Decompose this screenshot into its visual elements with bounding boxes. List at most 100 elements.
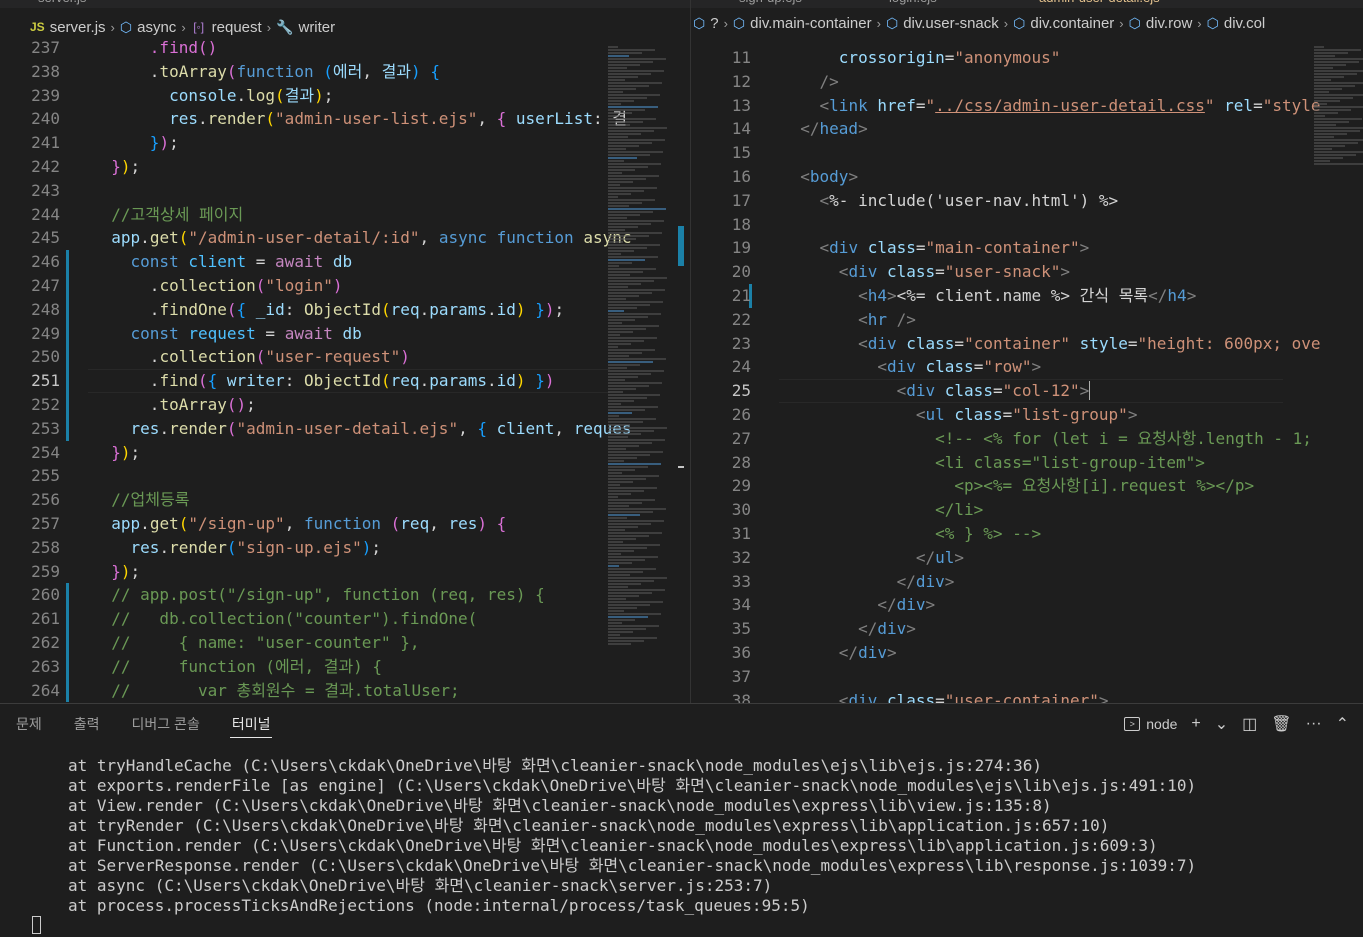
code-line[interactable]: 29 <p><%= 요청사항[i].request %></p> (691, 474, 1363, 498)
code-line[interactable]: 257 app.get("/sign-up", function (req, r… (0, 512, 690, 536)
code-line[interactable]: 11 crossorigin="anonymous" (691, 46, 1363, 70)
code-line[interactable]: 262 // { name: "user-counter" }, (0, 630, 690, 655)
line-text: <%- include('user-nav.html') %> (819, 190, 1119, 210)
terminal-icon: > (1124, 717, 1141, 731)
right-code-area[interactable]: 11 crossorigin="anonymous" 12 /> 13 <link … (691, 46, 1363, 703)
code-line[interactable]: 260 // app.post("/sign-up", function (re… (0, 583, 690, 608)
code-line[interactable]: 238 .toArray(function (에러, 결과) { (0, 60, 690, 84)
code-line[interactable]: 14 </head> (691, 117, 1363, 141)
code-line[interactable]: 240 res.render("admin-user-list.ejs", { … (0, 107, 690, 131)
left-code-area[interactable]: 237 .find() 238 .toArray(function (에러, 결과… (0, 36, 690, 703)
left-tab-strip: server.js ··· (0, 0, 690, 8)
code-line[interactable]: 239 console.log(결과); (0, 84, 690, 108)
code-line[interactable]: 34 </div> (691, 593, 1363, 617)
line-number: 241 (31, 133, 60, 153)
code-line[interactable]: 25 <div class="col-12"> (691, 379, 1363, 403)
code-line[interactable]: 12 /> (691, 70, 1363, 94)
code-line[interactable]: 30 </li> (691, 498, 1363, 522)
code-line[interactable]: 32 </ul> (691, 546, 1363, 570)
code-line[interactable]: 36 </div> (691, 641, 1363, 665)
line-number: 18 (731, 214, 751, 234)
breadcrumb-item[interactable]: 🔧 writer (276, 19, 335, 36)
terminal-output[interactable]: at tryHandleCache (C:\Users\ckdak\OneDri… (68, 756, 1363, 916)
tab-server-js[interactable]: server.js ··· (30, 0, 111, 8)
code-line[interactable]: 248 .findOne({ _id: ObjectId(req.params.… (0, 297, 690, 322)
editor-tab[interactable]: login.ejs (881, 0, 945, 8)
code-line[interactable]: 23 <div class="container" style="height:… (691, 332, 1363, 356)
code-line[interactable]: 15 (691, 141, 1363, 165)
code-line[interactable]: 242 }); (0, 155, 690, 179)
code-line[interactable]: 22 <hr /> (691, 308, 1363, 332)
editor-tab[interactable]: admin-user-detail.ejs ··· (1031, 0, 1184, 8)
code-line[interactable]: 38 <div class="user-container"> (691, 689, 1363, 703)
code-line[interactable]: 37 (691, 665, 1363, 689)
code-line[interactable]: 17 <%- include('user-nav.html') %> (691, 189, 1363, 213)
line-number: 34 (731, 595, 751, 615)
code-line[interactable]: 27 <!-- <% for (let i = 요청사항.length - 1; (691, 427, 1363, 451)
ellipsis-icon[interactable]: ··· (1306, 715, 1322, 733)
panel-tab[interactable]: 디버그 콘솔 (116, 704, 216, 744)
terminal-selector[interactable]: > node (1124, 716, 1177, 732)
code-line[interactable]: 254 }); (0, 441, 690, 465)
code-line[interactable]: 16 <body> (691, 165, 1363, 189)
code-line[interactable]: 251 .find({ writer: ObjectId(req.params.… (0, 369, 690, 393)
code-line[interactable]: 20 <div class="user-snack"> (691, 260, 1363, 284)
code-line[interactable]: 21 <h4><%= client.name %> 간식 목록</h4> (691, 283, 1363, 308)
chevron-right-icon: › (181, 19, 186, 35)
code-line[interactable]: 18 (691, 213, 1363, 237)
code-line[interactable]: 24 <div class="row"> (691, 355, 1363, 379)
code-line[interactable]: 250 .collection("user-request") (0, 345, 690, 370)
code-line[interactable]: 252 .toArray(); (0, 392, 690, 417)
code-line[interactable]: 243 (0, 179, 690, 203)
code-line[interactable]: 249 const request = await db (0, 321, 690, 346)
panel-tab[interactable]: 터미널 (216, 704, 287, 744)
code-line[interactable]: 253 res.render("admin-user-detail.ejs", … (0, 416, 690, 441)
breadcrumb-item[interactable]: ⬡ div.main-container (733, 15, 872, 32)
code-line[interactable]: 244 //고객상세 페이지 (0, 203, 690, 227)
modified-line-marker (66, 369, 69, 393)
line-text: // app.post("/sign-up", function (req, r… (92, 585, 545, 605)
split-icon[interactable]: ◫ (1242, 714, 1257, 734)
plus-icon[interactable]: + (1191, 715, 1200, 733)
breadcrumb-item[interactable]: JS server.js (30, 19, 106, 36)
code-line[interactable]: 33 </div> (691, 570, 1363, 594)
code-line[interactable]: 13 <link href="../css/admin-user-detail.… (691, 94, 1363, 118)
breadcrumb-item[interactable]: ⬡ div.container (1013, 15, 1114, 32)
line-text: /> (819, 71, 839, 91)
code-line[interactable]: 31 <% } %> --> (691, 522, 1363, 546)
code-line[interactable]: 264 // var 총회원수 = 결과.totalUser; (0, 678, 690, 703)
code-line[interactable]: 237 .find() (0, 36, 690, 60)
code-line[interactable]: 259 }); (0, 560, 690, 584)
code-line[interactable]: 261 // db.collection("counter").findOne( (0, 607, 690, 631)
code-line[interactable]: 245 app.get("/admin-user-detail/:id", as… (0, 226, 690, 250)
code-line[interactable]: 256 //업체등록 (0, 488, 690, 512)
code-line[interactable]: 246 const client = await db (0, 250, 690, 274)
left-scrollbar[interactable] (678, 46, 690, 703)
code-line[interactable]: 263 // function (에러, 결과) { (0, 654, 690, 679)
editor-tab[interactable]: sign-up.ejs (731, 0, 810, 8)
code-line[interactable]: 35 </div> (691, 617, 1363, 641)
breadcrumb-item[interactable]: ⬡? (693, 15, 719, 32)
code-line[interactable]: 28 <li class="list-group-item"> (691, 451, 1363, 475)
breadcrumb-item[interactable]: ⬡ div.user-snack (886, 15, 999, 32)
code-line[interactable]: 258 res.render("sign-up.ejs"); (0, 536, 690, 560)
code-line[interactable]: 26 <ul class="list-group"> (691, 403, 1363, 427)
left-editor-group: server.js ··· JSserver.js›⬡async›[◦]requ… (0, 0, 690, 703)
line-number: 38 (731, 690, 751, 703)
left-minimap[interactable] (608, 46, 678, 703)
panel-tab[interactable]: 문제 (0, 704, 58, 744)
right-minimap[interactable] (1314, 46, 1363, 703)
chevron-up-icon[interactable]: ⌃ (1336, 714, 1349, 734)
trash-icon[interactable]: 🗑 (1271, 714, 1291, 734)
code-line[interactable]: 247 .collection("login") (0, 273, 690, 298)
code-line[interactable]: 241 }); (0, 131, 690, 155)
breadcrumb-item[interactable]: ⬡ div.row (1129, 15, 1193, 32)
breadcrumb-item[interactable]: ⬡ div.col (1207, 15, 1266, 32)
chevron-down-icon[interactable]: ⌄ (1215, 714, 1228, 734)
line-number: 263 (31, 656, 60, 676)
code-line[interactable]: 19 <div class="main-container"> (691, 236, 1363, 260)
code-line[interactable]: 255 (0, 464, 690, 488)
breadcrumb-item[interactable]: [◦] request (191, 19, 262, 36)
breadcrumb-item[interactable]: ⬡ async (120, 19, 176, 36)
panel-tab[interactable]: 출력 (58, 704, 116, 744)
